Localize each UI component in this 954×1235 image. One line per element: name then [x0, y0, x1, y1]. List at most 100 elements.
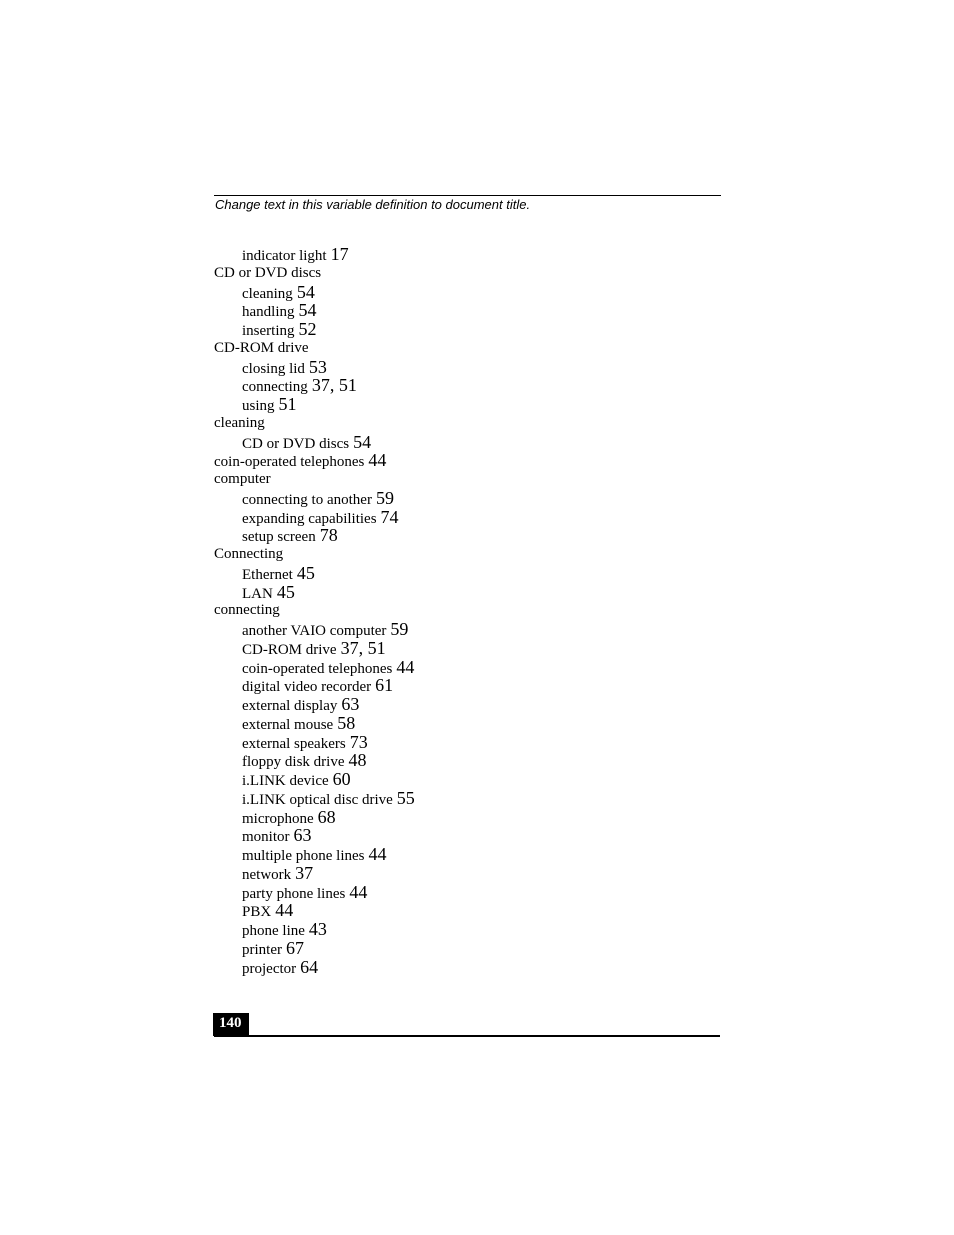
index-subentry: projector 64: [214, 957, 415, 977]
index-subentry: indicator light 17: [214, 245, 415, 264]
index-subentry: i.LINK device 60: [214, 770, 415, 789]
index-term: cleaning: [242, 285, 293, 302]
index-page-ref[interactable]: 45: [297, 563, 315, 583]
index-subentry: connecting 37, 51: [214, 376, 415, 395]
index-subentry: cleaning 54: [214, 282, 415, 302]
index-page-ref[interactable]: 54: [299, 300, 317, 320]
index-term: external display: [242, 698, 338, 714]
index-page-ref[interactable]: 43: [309, 919, 327, 939]
index-subentry: closing lid 53: [214, 357, 415, 377]
index-page-ref[interactable]: 73: [350, 732, 368, 752]
index-subentry: digital video recorder 61: [214, 676, 415, 695]
index-subentry: PBX 44: [214, 901, 415, 920]
page-number: 140: [219, 1015, 242, 1031]
index-term: projector: [242, 960, 297, 977]
index-term: coin-operated telephones: [242, 660, 393, 677]
index-subentry: inserting 52: [214, 320, 415, 339]
index-page-ref[interactable]: 63: [294, 825, 312, 845]
index-entry: coin-operated telephones 44: [214, 451, 415, 470]
index-term: i.LINK optical disc drive: [242, 791, 393, 808]
index-page-ref[interactable]: 74: [381, 507, 399, 527]
index-page-ref[interactable]: 44: [275, 900, 293, 920]
index-term: using: [242, 398, 275, 414]
index-page-ref[interactable]: 58: [337, 713, 355, 733]
footer-rule: [214, 1035, 720, 1037]
index-page-ref[interactable]: 37, 51: [341, 638, 386, 658]
index-entry: CD or DVD discs: [214, 264, 415, 283]
index-page-ref[interactable]: 48: [349, 750, 367, 770]
index-subentry: party phone lines 44: [214, 882, 415, 902]
index-term: closing lid: [242, 360, 305, 377]
index-subentry: microphone 68: [214, 807, 415, 827]
index-page-ref[interactable]: 44: [396, 657, 414, 677]
index-subentry: floppy disk drive 48: [214, 751, 415, 770]
index-term: microphone: [242, 810, 314, 827]
index-subentry: external display 63: [214, 695, 415, 714]
index-page-ref[interactable]: 60: [333, 769, 351, 789]
index-page-ref[interactable]: 63: [341, 694, 359, 714]
index-term: CD-ROM drive: [242, 641, 337, 658]
index-subentry: coin-operated telephones 44: [214, 657, 415, 677]
index-term: connecting: [242, 379, 308, 396]
index-term: CD-ROM drive: [214, 339, 309, 356]
index-page-ref[interactable]: 44: [368, 844, 386, 864]
index-term: multiple phone lines: [242, 848, 365, 864]
index-term: CD or DVD discs: [242, 435, 350, 452]
index-page-ref[interactable]: 52: [299, 319, 317, 339]
header-rule: [214, 195, 721, 196]
index-subentry: LAN 45: [214, 582, 415, 602]
index-term: indicator light: [242, 248, 327, 264]
index-subentry: another VAIO computer 59: [214, 620, 415, 639]
index-term: cleaning: [214, 414, 265, 431]
index-page-ref[interactable]: 17: [331, 244, 349, 264]
index-subentry: CD or DVD discs 54: [214, 432, 415, 452]
index-subentry: external speakers 73: [214, 732, 415, 752]
index-term: inserting: [242, 323, 295, 339]
index-term: network: [242, 866, 292, 883]
index-page-ref[interactable]: 59: [376, 488, 394, 508]
index-term: another VAIO computer: [242, 623, 387, 639]
index-subentry: monitor 63: [214, 826, 415, 845]
index-page-ref[interactable]: 68: [318, 807, 336, 827]
index-page-ref[interactable]: 44: [368, 450, 386, 470]
index-page-ref[interactable]: 55: [397, 788, 415, 808]
index-subentry: Ethernet 45: [214, 563, 415, 583]
index-page-ref[interactable]: 64: [300, 957, 318, 977]
index-term: Ethernet: [242, 566, 293, 583]
index-page-ref[interactable]: 54: [297, 282, 315, 302]
index-page-ref[interactable]: 51: [279, 394, 297, 414]
index-term: floppy disk drive: [242, 754, 345, 771]
index-subentry: setup screen 78: [214, 526, 415, 545]
index-page-ref[interactable]: 45: [277, 582, 295, 602]
index-term: phone line: [242, 923, 305, 939]
index-page-ref[interactable]: 61: [375, 675, 393, 695]
index-list: indicator light 17 CD or DVD discs cleaning…: [214, 245, 415, 977]
index-entry: Connecting: [214, 545, 415, 564]
index-subentry: expanding capabilities 74: [214, 507, 415, 527]
index-entry: CD-ROM drive: [214, 339, 415, 358]
index-page-ref[interactable]: 37, 51: [312, 375, 357, 395]
index-term: monitor: [242, 829, 290, 846]
index-page-ref[interactable]: 53: [309, 357, 327, 377]
index-subentry: i.LINK optical disc drive 55: [214, 788, 415, 808]
index-page-ref[interactable]: 59: [390, 619, 408, 639]
index-term: external mouse: [242, 716, 334, 733]
index-entry: connecting: [214, 601, 415, 620]
index-subentry: using 51: [214, 395, 415, 414]
index-term: external speakers: [242, 735, 346, 752]
index-page-ref[interactable]: 37: [295, 863, 313, 883]
index-page-ref[interactable]: 44: [349, 882, 367, 902]
index-term: computer: [214, 471, 271, 487]
index-page-ref[interactable]: 67: [286, 938, 304, 958]
index-page-ref[interactable]: 78: [320, 525, 338, 545]
index-term: connecting to another: [242, 491, 372, 508]
index-entry: computer: [214, 470, 415, 489]
index-page-ref[interactable]: 54: [353, 432, 371, 452]
index-subentry: printer 67: [214, 938, 415, 958]
index-term: CD or DVD discs: [214, 264, 322, 281]
index-term: LAN: [242, 585, 273, 602]
index-term: PBX: [242, 904, 272, 921]
index-subentry: CD-ROM drive 37, 51: [214, 638, 415, 658]
index-term: handling: [242, 304, 295, 321]
index-subentry: external mouse 58: [214, 713, 415, 733]
